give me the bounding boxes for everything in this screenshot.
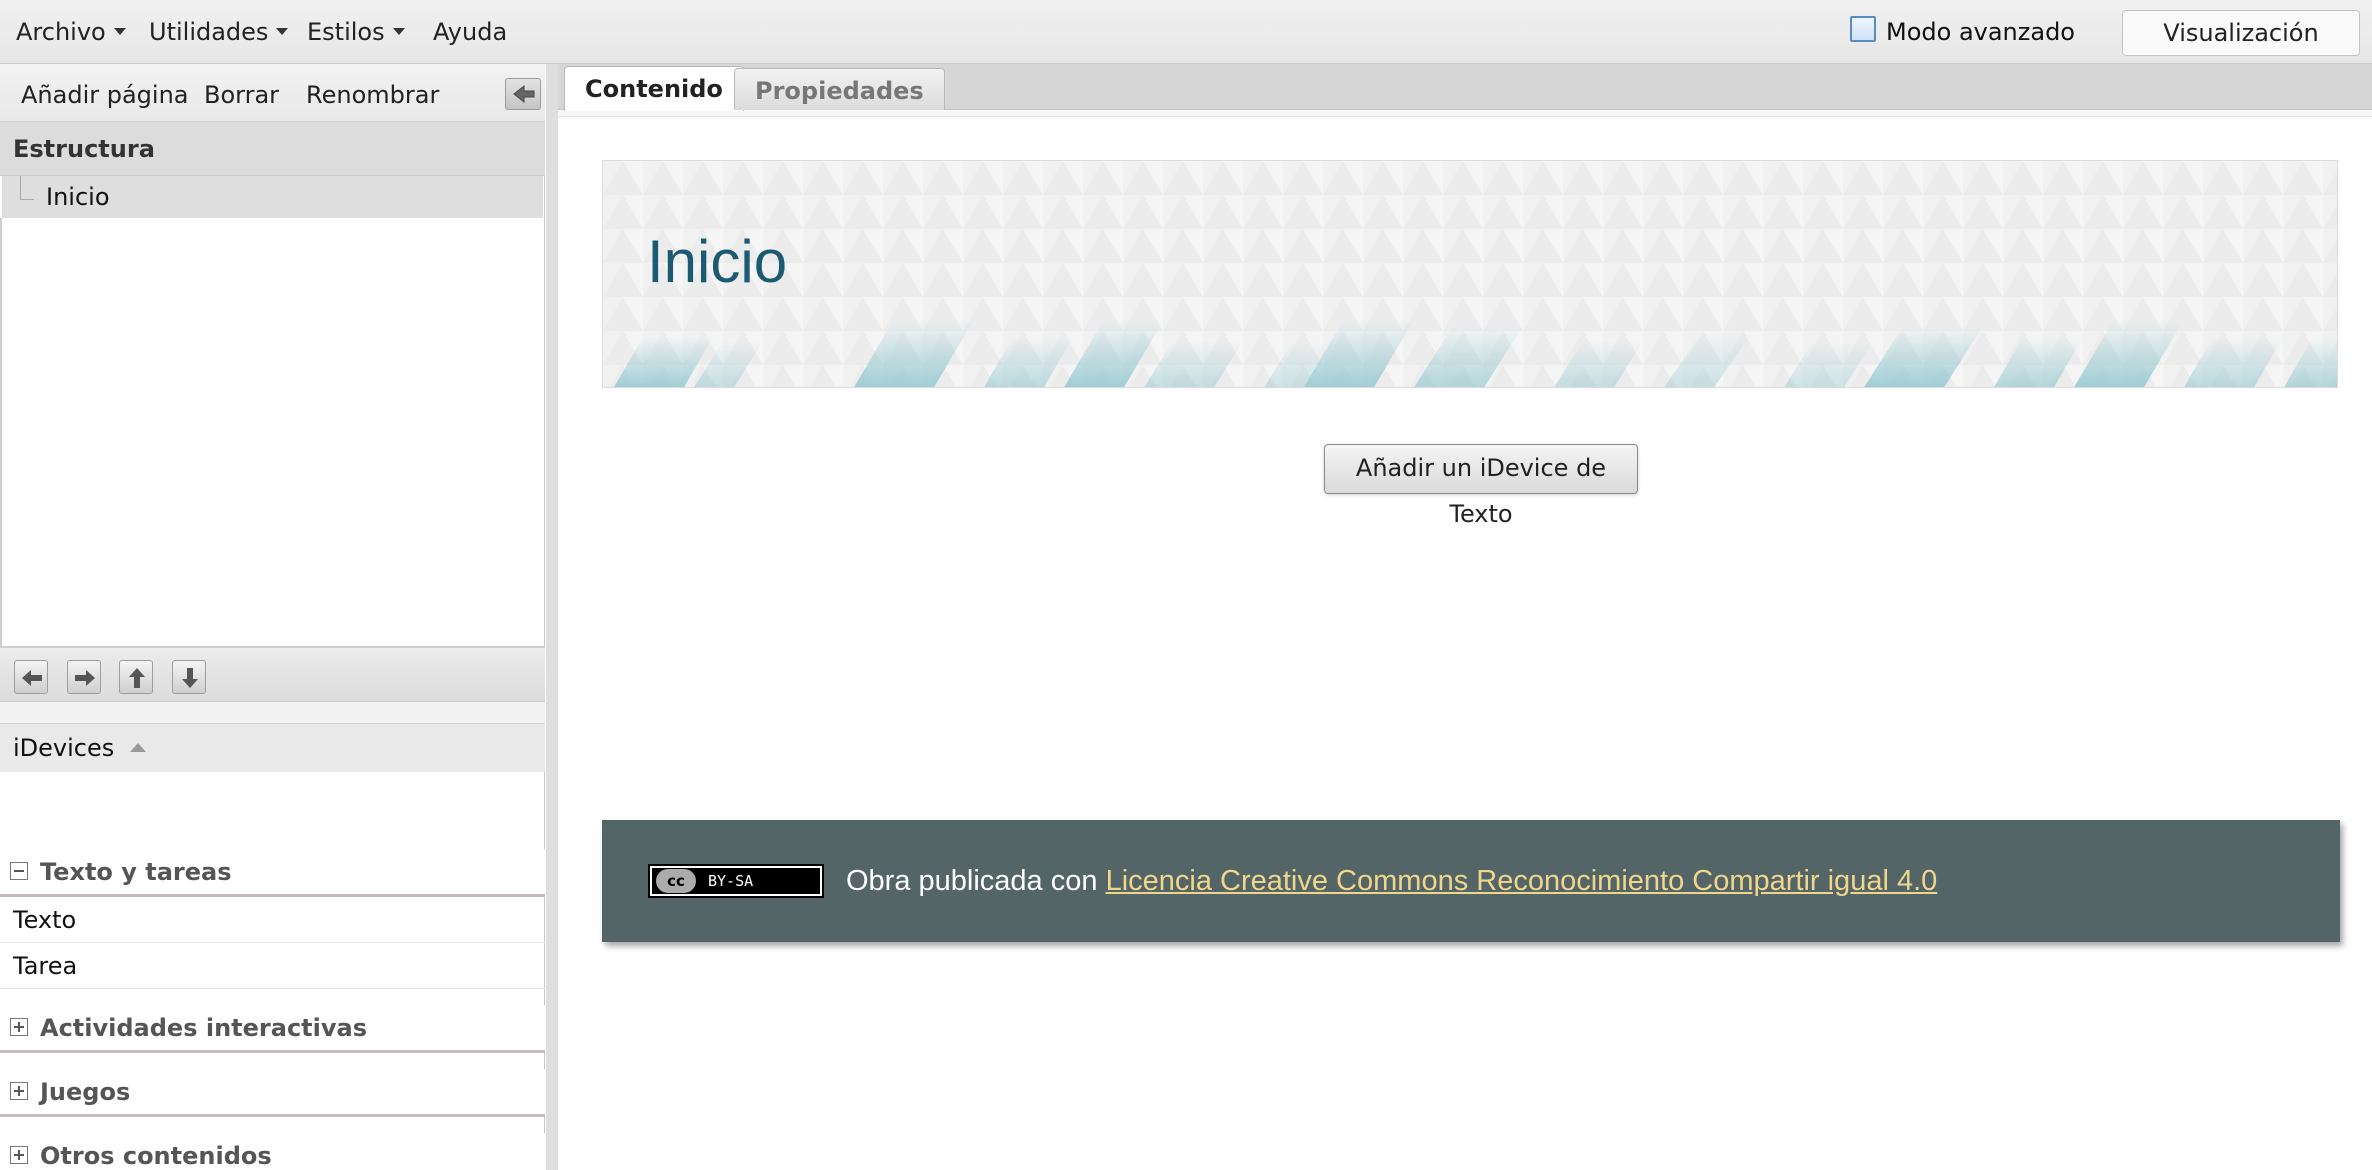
license-prefix: Obra publicada con bbox=[846, 865, 1106, 897]
tree-connector bbox=[20, 176, 34, 200]
menu-archivo-label: Archivo bbox=[16, 18, 106, 46]
add-text-idevice-button[interactable]: Añadir un iDevice de Texto bbox=[1324, 444, 1638, 528]
caret-down-icon bbox=[276, 27, 289, 35]
rename-page-button[interactable]: Renombrar bbox=[306, 64, 439, 122]
caret-up-icon bbox=[130, 742, 147, 752]
category-actividades-interactivas[interactable]: Actividades interactivas bbox=[0, 1005, 545, 1053]
arrow-right-icon bbox=[75, 670, 95, 686]
menu-estilos[interactable]: Estilos bbox=[307, 0, 405, 64]
expand-plus-icon bbox=[10, 1146, 28, 1164]
arrow-down-icon bbox=[182, 668, 198, 688]
advanced-mode-checkbox[interactable] bbox=[1850, 16, 1876, 42]
move-right-button[interactable] bbox=[67, 660, 101, 694]
expand-plus-icon bbox=[10, 1018, 28, 1036]
page-title: Inicio bbox=[647, 228, 788, 295]
category-label: Otros contenidos bbox=[40, 1142, 272, 1170]
menu-archivo[interactable]: Archivo bbox=[16, 0, 126, 64]
tab-bar: Contenido Propiedades bbox=[558, 64, 2372, 111]
cc-by-sa-badge[interactable]: cc BY-SA bbox=[648, 864, 824, 898]
caret-down-icon bbox=[113, 27, 126, 35]
tab-contenido[interactable]: Contenido bbox=[564, 66, 744, 111]
structure-header: Estructura bbox=[0, 122, 545, 176]
arrow-left-icon bbox=[22, 670, 42, 686]
structure-tree-area bbox=[0, 218, 545, 714]
page-navigation-toolbar bbox=[0, 646, 545, 702]
category-label: Juegos bbox=[40, 1078, 131, 1106]
license-link[interactable]: Licencia Creative Commons Reconocimiento… bbox=[1106, 865, 1938, 897]
menu-ayuda[interactable]: Ayuda bbox=[433, 0, 507, 64]
add-page-button[interactable]: Añadir página bbox=[21, 64, 189, 122]
collapse-minus-icon bbox=[10, 862, 28, 880]
category-label: Actividades interactivas bbox=[40, 1014, 367, 1042]
move-left-button[interactable] bbox=[14, 660, 48, 694]
category-otros-contenidos[interactable]: Otros contenidos bbox=[0, 1133, 545, 1170]
category-texto-y-tareas[interactable]: Texto y tareas bbox=[0, 849, 545, 897]
menu-utilidades[interactable]: Utilidades bbox=[149, 0, 289, 64]
category-label: Texto y tareas bbox=[40, 858, 232, 886]
caret-down-icon bbox=[392, 27, 405, 35]
move-up-button[interactable] bbox=[119, 660, 153, 694]
tab-content-border bbox=[558, 111, 2372, 117]
category-juegos[interactable]: Juegos bbox=[0, 1069, 545, 1117]
advanced-mode-toggle[interactable]: Modo avanzado bbox=[1850, 12, 2075, 52]
menu-utilidades-label: Utilidades bbox=[149, 18, 269, 46]
content-panel: Contenido Propiedades Inicio Añadir un i… bbox=[546, 64, 2372, 1170]
menu-bar: Archivo Utilidades Estilos Ayuda Modo av… bbox=[0, 0, 2372, 91]
tree-item-label: Inicio bbox=[46, 183, 110, 211]
tab-propiedades[interactable]: Propiedades bbox=[734, 68, 945, 110]
cc-badge-text: BY-SA bbox=[708, 872, 754, 890]
panel-separator[interactable] bbox=[0, 702, 545, 724]
page-toolbar: Añadir página Borrar Renombrar bbox=[0, 64, 545, 122]
license-footer: cc BY-SA Obra publicada con Licencia Cre… bbox=[602, 820, 2340, 942]
menu-ayuda-label: Ayuda bbox=[433, 18, 508, 46]
menu-estilos-label: Estilos bbox=[307, 18, 385, 46]
idevice-item-texto[interactable]: Texto bbox=[0, 897, 545, 943]
idevices-header-label: iDevices bbox=[13, 734, 115, 762]
license-text: Obra publicada con Licencia Creative Com… bbox=[846, 858, 1937, 904]
page-header-banner: Inicio bbox=[602, 160, 2338, 388]
delete-page-button[interactable]: Borrar bbox=[204, 64, 279, 122]
arrow-left-icon bbox=[513, 84, 535, 104]
cc-icon: cc bbox=[656, 869, 696, 893]
preview-button[interactable]: Visualización previa bbox=[2122, 10, 2360, 91]
arrow-up-icon bbox=[129, 668, 145, 688]
idevices-header[interactable]: iDevices bbox=[0, 724, 545, 772]
left-panel: Añadir página Borrar Renombrar Estructur… bbox=[0, 64, 545, 1170]
advanced-mode-label: Modo avanzado bbox=[1886, 18, 2075, 46]
collapse-panel-button[interactable] bbox=[505, 78, 541, 110]
expand-plus-icon bbox=[10, 1082, 28, 1100]
banner-pattern bbox=[603, 161, 2337, 387]
tree-item-inicio[interactable]: Inicio bbox=[2, 176, 543, 218]
idevice-item-tarea[interactable]: Tarea bbox=[0, 943, 545, 989]
move-down-button[interactable] bbox=[172, 660, 206, 694]
